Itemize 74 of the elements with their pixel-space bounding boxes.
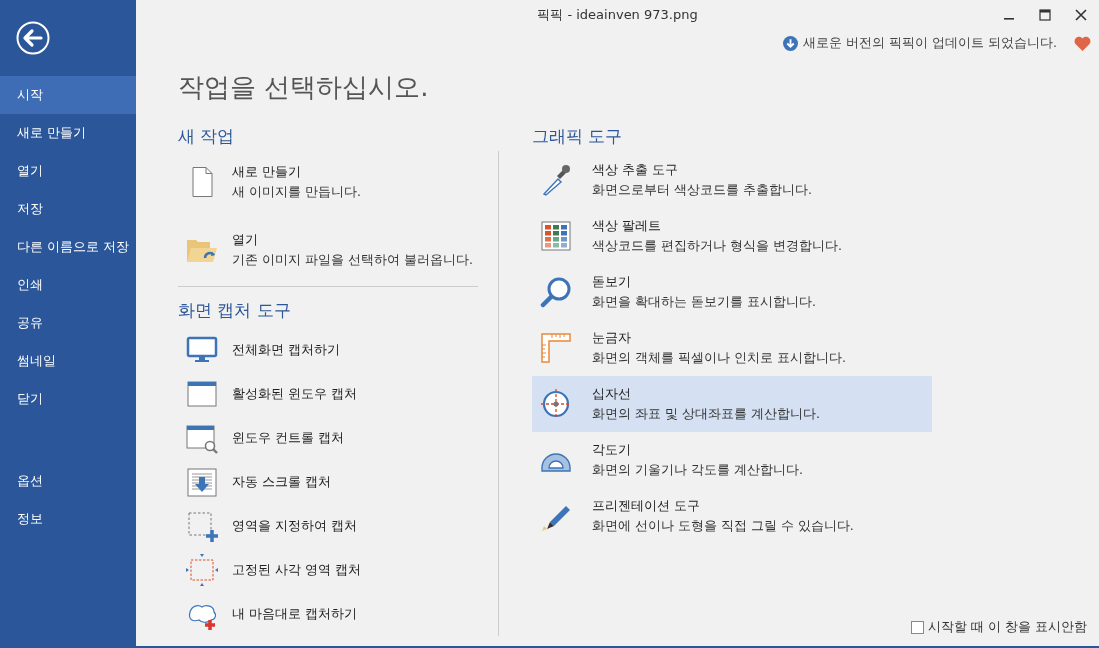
tool-title: 색상 팔레트 — [592, 217, 662, 235]
capture-tool-label: 고정된 사각 영역 캡처 — [232, 561, 361, 579]
checkbox[interactable] — [911, 621, 925, 634]
heart-icon[interactable] — [1074, 35, 1091, 51]
sidebar-item[interactable]: 저장 — [0, 190, 136, 228]
page-heading: 작업을 선택하십시오. — [178, 71, 430, 104]
capture-tool-label: 전체화면 캡처하기 — [232, 341, 340, 359]
sidebar-item[interactable]: 옵션 — [0, 462, 136, 500]
close-icon[interactable] — [1075, 9, 1087, 21]
checkbox-label: 시작할 때 이 창을 표시안함 — [928, 619, 1087, 636]
magnifier-icon — [540, 276, 572, 308]
graphic-tool-item[interactable]: 색상 추출 도구 화면으로부터 색상코드를 추출합니다. — [532, 152, 932, 208]
graphic-tool-item[interactable]: 눈금자 화면의 객체를 픽셀이나 인치로 표시합니다. — [532, 320, 932, 376]
section-heading: 새 작업 — [178, 125, 236, 148]
sidebar-item[interactable]: 공유 — [0, 304, 136, 342]
tool-description: 화면의 좌표 및 상대좌표를 계산합니다. — [592, 405, 820, 423]
task-description: 새 이미지를 만듭니다. — [232, 183, 361, 201]
tool-description: 화면의 기울기나 각도를 계산합니다. — [592, 461, 803, 479]
sidebar-item[interactable]: 열기 — [0, 152, 136, 190]
task-title: 열기 — [232, 231, 259, 249]
capture-tool-item[interactable]: 전체화면 캡처하기 — [178, 328, 478, 372]
dashed-selection-icon — [186, 510, 218, 542]
task-description: 기존 이미지 파일을 선택하여 불러옵니다. — [232, 251, 473, 269]
tool-title: 십자선 — [592, 385, 632, 403]
capture-tool-label: 내 마음대로 캡처하기 — [232, 605, 357, 623]
fixed-region-icon — [186, 554, 218, 586]
capture-tool-label: 영역을 지정하여 캡처 — [232, 517, 357, 535]
window-title: 픽픽 - ideainven 973.png — [537, 6, 698, 24]
section-heading: 그래픽 도구 — [532, 125, 624, 148]
tool-description: 화면으로부터 색상코드를 추출합니다. — [592, 181, 812, 199]
sidebar-item[interactable]: 새로 만들기 — [0, 114, 136, 152]
tool-description: 화면을 확대하는 돋보기를 표시합니다. — [592, 293, 816, 311]
graphic-tool-item[interactable]: 십자선 화면의 좌표 및 상대좌표를 계산합니다. — [532, 376, 932, 432]
update-notice-link[interactable]: 새로운 버전의 픽픽이 업데이트 되었습니다. — [803, 34, 1057, 52]
graphic-tool-item[interactable]: 프리젠테이션 도구 화면에 선이나 도형을 직접 그릴 수 있습니다. — [532, 488, 932, 544]
sidebar-item[interactable]: 다른 이름으로 저장 — [0, 228, 136, 266]
sidebar-item[interactable]: 시작 — [0, 76, 136, 114]
task-title: 새로 만들기 — [232, 163, 302, 181]
window-icon — [186, 378, 218, 410]
tool-title: 눈금자 — [592, 329, 632, 347]
sidebar-item[interactable]: 인쇄 — [0, 266, 136, 304]
tool-title: 돋보기 — [592, 273, 632, 291]
tool-title: 프리젠테이션 도구 — [592, 497, 701, 515]
sidebar-item[interactable]: 닫기 — [0, 380, 136, 418]
capture-tool-label: 활성화된 윈도우 캡처 — [232, 385, 357, 403]
crosshair-icon — [540, 388, 572, 420]
capture-tool-label: 윈도우 컨트롤 캡처 — [232, 429, 344, 447]
capture-tool-item[interactable]: 자동 스크롤 캡처 — [178, 460, 478, 504]
sidebar-item[interactable]: 썸네일 — [0, 342, 136, 380]
maximize-icon[interactable] — [1039, 9, 1051, 21]
capture-tool-item[interactable]: 윈도우 컨트롤 캡처 — [178, 416, 478, 460]
tool-title: 각도기 — [592, 441, 632, 459]
graphic-tool-item[interactable]: 각도기 화면의 기울기나 각도를 계산합니다. — [532, 432, 932, 488]
palette-grid-icon — [540, 220, 572, 252]
tool-title: 색상 추출 도구 — [592, 161, 679, 179]
tool-description: 화면의 객체를 픽셀이나 인치로 표시합니다. — [592, 349, 846, 367]
task-item[interactable]: 열기 기존 이미지 파일을 선택하여 불러옵니다. — [178, 222, 478, 278]
ruler-icon — [540, 332, 572, 364]
capture-tool-item[interactable]: 활성화된 윈도우 캡처 — [178, 372, 478, 416]
capture-tool-label: 자동 스크롤 캡처 — [232, 473, 331, 491]
graphic-tool-item[interactable]: 돋보기 화면을 확대하는 돋보기를 표시합니다. — [532, 264, 932, 320]
capture-tool-item[interactable]: 고정된 사각 영역 캡처 — [178, 548, 478, 592]
window-magnifier-icon — [186, 422, 218, 454]
graphic-tool-item[interactable]: 색상 팔레트 색상코드를 편집하거나 형식을 변경합니다. — [532, 208, 932, 264]
tool-description: 색상코드를 편집하거나 형식을 변경합니다. — [592, 237, 842, 255]
capture-tool-item[interactable]: 영역을 지정하여 캡처 — [178, 504, 478, 548]
section-heading: 화면 캡처 도구 — [178, 299, 292, 322]
tool-description: 화면에 선이나 도형을 직접 그릴 수 있습니다. — [592, 517, 854, 535]
download-icon[interactable] — [783, 35, 799, 51]
eyedropper-icon — [540, 164, 572, 196]
task-item[interactable]: 새로 만들기 새 이미지를 만듭니다. — [178, 154, 478, 210]
sidebar-item[interactable]: 정보 — [0, 500, 136, 538]
scroll-down-icon — [186, 466, 218, 498]
capture-tool-item[interactable]: 내 마음대로 캡처하기 — [178, 592, 478, 636]
